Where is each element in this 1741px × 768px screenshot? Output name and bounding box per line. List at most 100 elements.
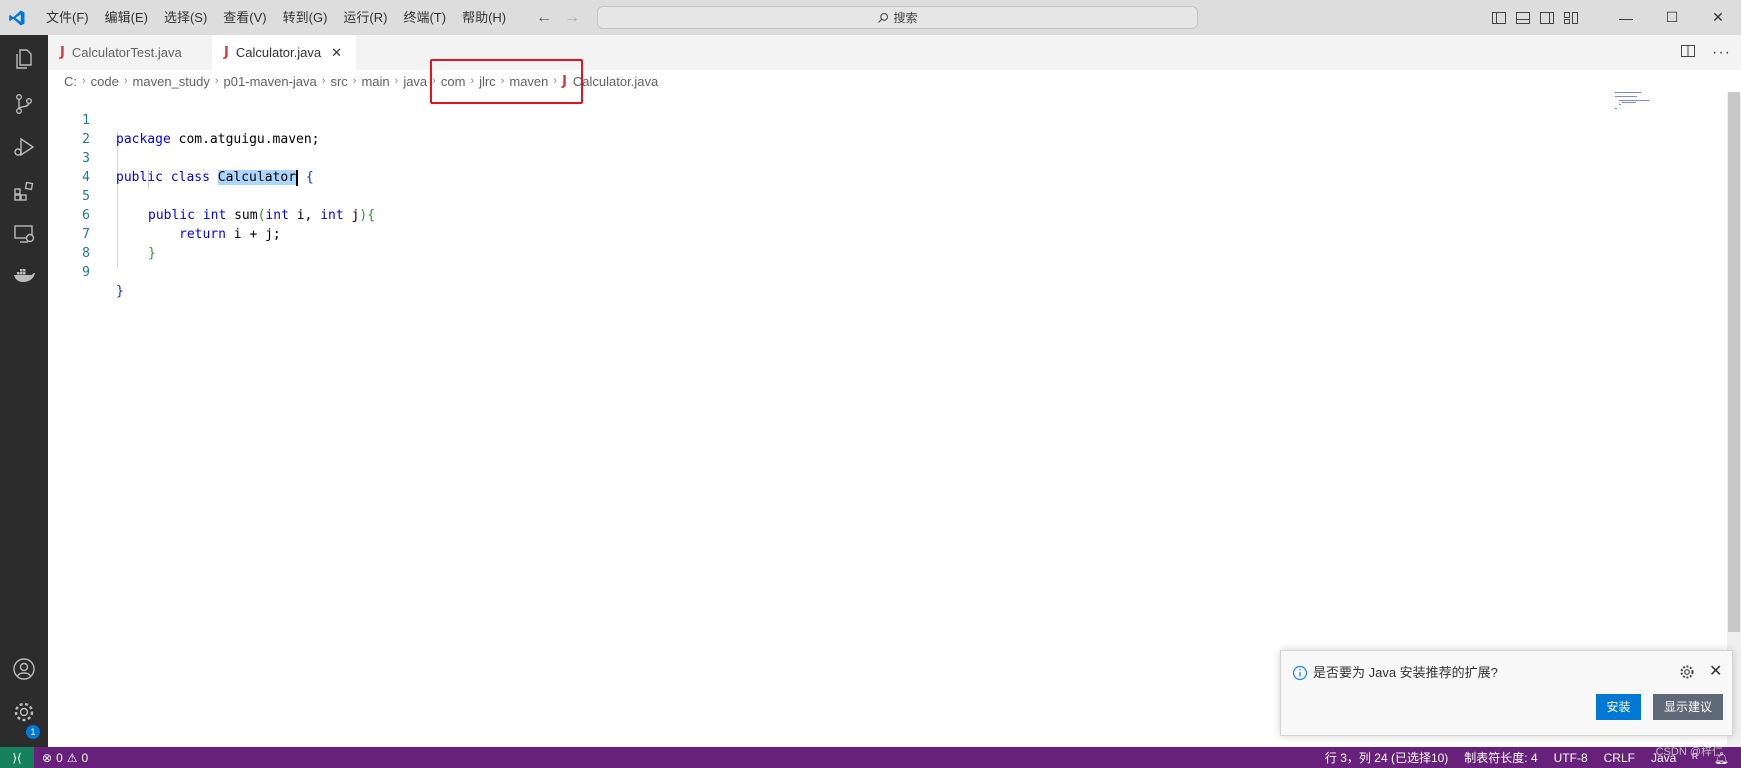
minimap-line — [1622, 102, 1636, 103]
menu-help[interactable]: 帮助(H) — [454, 0, 514, 35]
toggle-panel-icon[interactable] — [1515, 10, 1531, 26]
back-arrow-icon[interactable]: ← — [536, 9, 552, 27]
close-notification-icon[interactable]: ✕ — [1709, 661, 1722, 681]
close-window-button[interactable]: ✕ — [1695, 0, 1741, 35]
tab-calculator-java[interactable]: J Calculator.java ✕ — [212, 35, 356, 70]
tab-label: CalculatorTest.java — [71, 45, 182, 60]
command-center-search[interactable]: 搜索 — [597, 6, 1198, 29]
cursor-position[interactable]: 行 3，列 24 (已选择10) — [1325, 749, 1448, 766]
menu-edit[interactable]: 编辑(E) — [97, 0, 156, 35]
vscode-window: 文件(F) 编辑(E) 选择(S) 查看(V) 转到(G) 运行(R) 终端(T… — [0, 0, 1741, 768]
install-button[interactable]: 安装 — [1596, 694, 1641, 720]
split-editor-icon[interactable] — [1680, 43, 1696, 62]
explorer-icon[interactable] — [10, 45, 38, 73]
manage-update-badge: 1 — [26, 725, 40, 739]
end-of-line[interactable]: CRLF — [1604, 751, 1635, 765]
code-text: sum — [226, 208, 258, 223]
menu-view[interactable]: 查看(V) — [215, 0, 274, 35]
breadcrumb-p01-maven-java[interactable]: p01-maven-java — [224, 74, 317, 89]
close-tab-icon[interactable]: ✕ — [331, 45, 342, 61]
run-debug-icon[interactable] — [10, 133, 38, 161]
java-file-icon: J — [224, 45, 229, 60]
keyword: return — [179, 227, 226, 242]
breadcrumb-code[interactable]: code — [91, 74, 119, 89]
menu-go[interactable]: 转到(G) — [275, 0, 336, 35]
breadcrumb-src[interactable]: src — [330, 74, 347, 89]
brace: { — [305, 170, 314, 185]
remote-indicator-icon[interactable]: ⟩⟨ — [0, 747, 34, 768]
code-text: i + j; — [225, 227, 281, 242]
scrollbar-thumb[interactable] — [1728, 92, 1740, 632]
docker-icon[interactable] — [10, 261, 38, 289]
vertical-scrollbar[interactable] — [1727, 92, 1741, 747]
remote-explorer-icon[interactable] — [10, 220, 38, 248]
code-editor[interactable]: 1 package com.atguigu.maven; 2 3 public … — [48, 92, 1726, 747]
code-line: 6 return i + j; — [48, 187, 281, 242]
problems-indicator[interactable]: ⊗ 0 ⚠ 0 — [42, 747, 88, 768]
paren: ) — [359, 208, 368, 223]
menu-run[interactable]: 运行(R) — [335, 0, 395, 35]
maximize-button[interactable]: ☐ — [1649, 0, 1695, 35]
notification-message: 是否要为 Java 安装推荐的扩展? — [1313, 665, 1498, 680]
tab-label: Calculator.java — [235, 45, 322, 60]
breadcrumb-separator: › — [352, 75, 357, 87]
source-control-icon[interactable] — [10, 90, 38, 118]
customize-layout-icon[interactable] — [1563, 10, 1579, 26]
indent-guide — [117, 132, 118, 268]
editor-tabs: J CalculatorTest.java J Calculator.java … — [48, 35, 1741, 70]
breadcrumb-maven-study[interactable]: maven_study — [133, 74, 210, 89]
minimap-line — [1615, 92, 1641, 93]
breadcrumb-separator: › — [214, 75, 219, 87]
menu-file[interactable]: 文件(F) — [38, 0, 97, 35]
vscode-logo-icon — [0, 0, 34, 35]
menu-terminal[interactable]: 终端(T) — [395, 0, 454, 35]
line-content: return i + j; — [179, 225, 281, 244]
info-icon — [1292, 665, 1308, 681]
forward-arrow-icon[interactable]: → — [564, 9, 580, 27]
menu-bar: 文件(F) 编辑(E) 选择(S) 查看(V) 转到(G) 运行(R) 终端(T… — [38, 0, 514, 35]
code-line: 1 package com.atguigu.maven; — [48, 92, 319, 147]
search-label: 搜索 — [893, 11, 918, 25]
line-content: public int sum(int i, int j){ — [148, 206, 375, 225]
layout-controls — [1491, 10, 1579, 26]
minimap[interactable] — [1615, 92, 1675, 122]
brace: } — [116, 284, 124, 299]
extensions-icon[interactable] — [10, 177, 38, 205]
error-icon: ⊗ — [42, 750, 53, 765]
show-recommendations-button[interactable]: 显示建议 — [1653, 694, 1723, 720]
title-right-controls: — ☐ ✕ — [1491, 0, 1741, 35]
code-line: 8 — [48, 225, 95, 261]
minimap-line — [1615, 108, 1617, 109]
code-line: 4 — [48, 149, 95, 185]
keyword: int — [265, 208, 289, 223]
breadcrumb-separator: › — [123, 75, 128, 87]
toggle-primary-sidebar-icon[interactable] — [1491, 10, 1507, 26]
tab-calculatortest-java[interactable]: J CalculatorTest.java — [48, 35, 212, 70]
breadcrumb-file-label: Calculator.java — [572, 73, 659, 89]
minimize-button[interactable]: — — [1603, 0, 1649, 35]
accounts-icon[interactable] — [10, 655, 38, 683]
navigation-arrows: ← → — [536, 0, 580, 35]
keyword: public class — [116, 170, 210, 185]
breadcrumb-separator: › — [82, 75, 86, 87]
line-content: } — [116, 282, 124, 301]
notification-settings-gear-icon[interactable] — [1679, 664, 1695, 680]
brace: { — [367, 208, 376, 223]
breadcrumb-main[interactable]: main — [361, 74, 389, 89]
encoding[interactable]: UTF-8 — [1554, 751, 1588, 765]
menu-selection[interactable]: 选择(S) — [156, 0, 215, 35]
more-actions-icon[interactable]: ··· — [1712, 44, 1731, 62]
breadcrumb-separator: › — [394, 75, 399, 87]
keyword: int — [320, 208, 344, 223]
line-number: 9 — [82, 265, 90, 280]
toggle-secondary-sidebar-icon[interactable] — [1539, 10, 1555, 26]
keyword: package — [116, 132, 171, 147]
indentation[interactable]: 制表符长度: 4 — [1464, 749, 1537, 766]
manage-gear-icon[interactable] — [10, 698, 38, 726]
breadcrumb-java[interactable]: java — [403, 74, 427, 89]
breadcrumb-drive[interactable]: C: — [64, 74, 77, 89]
activity-bar: 1 — [0, 35, 48, 747]
minimap-line — [1619, 100, 1649, 101]
code-line: 9 } — [48, 244, 124, 299]
